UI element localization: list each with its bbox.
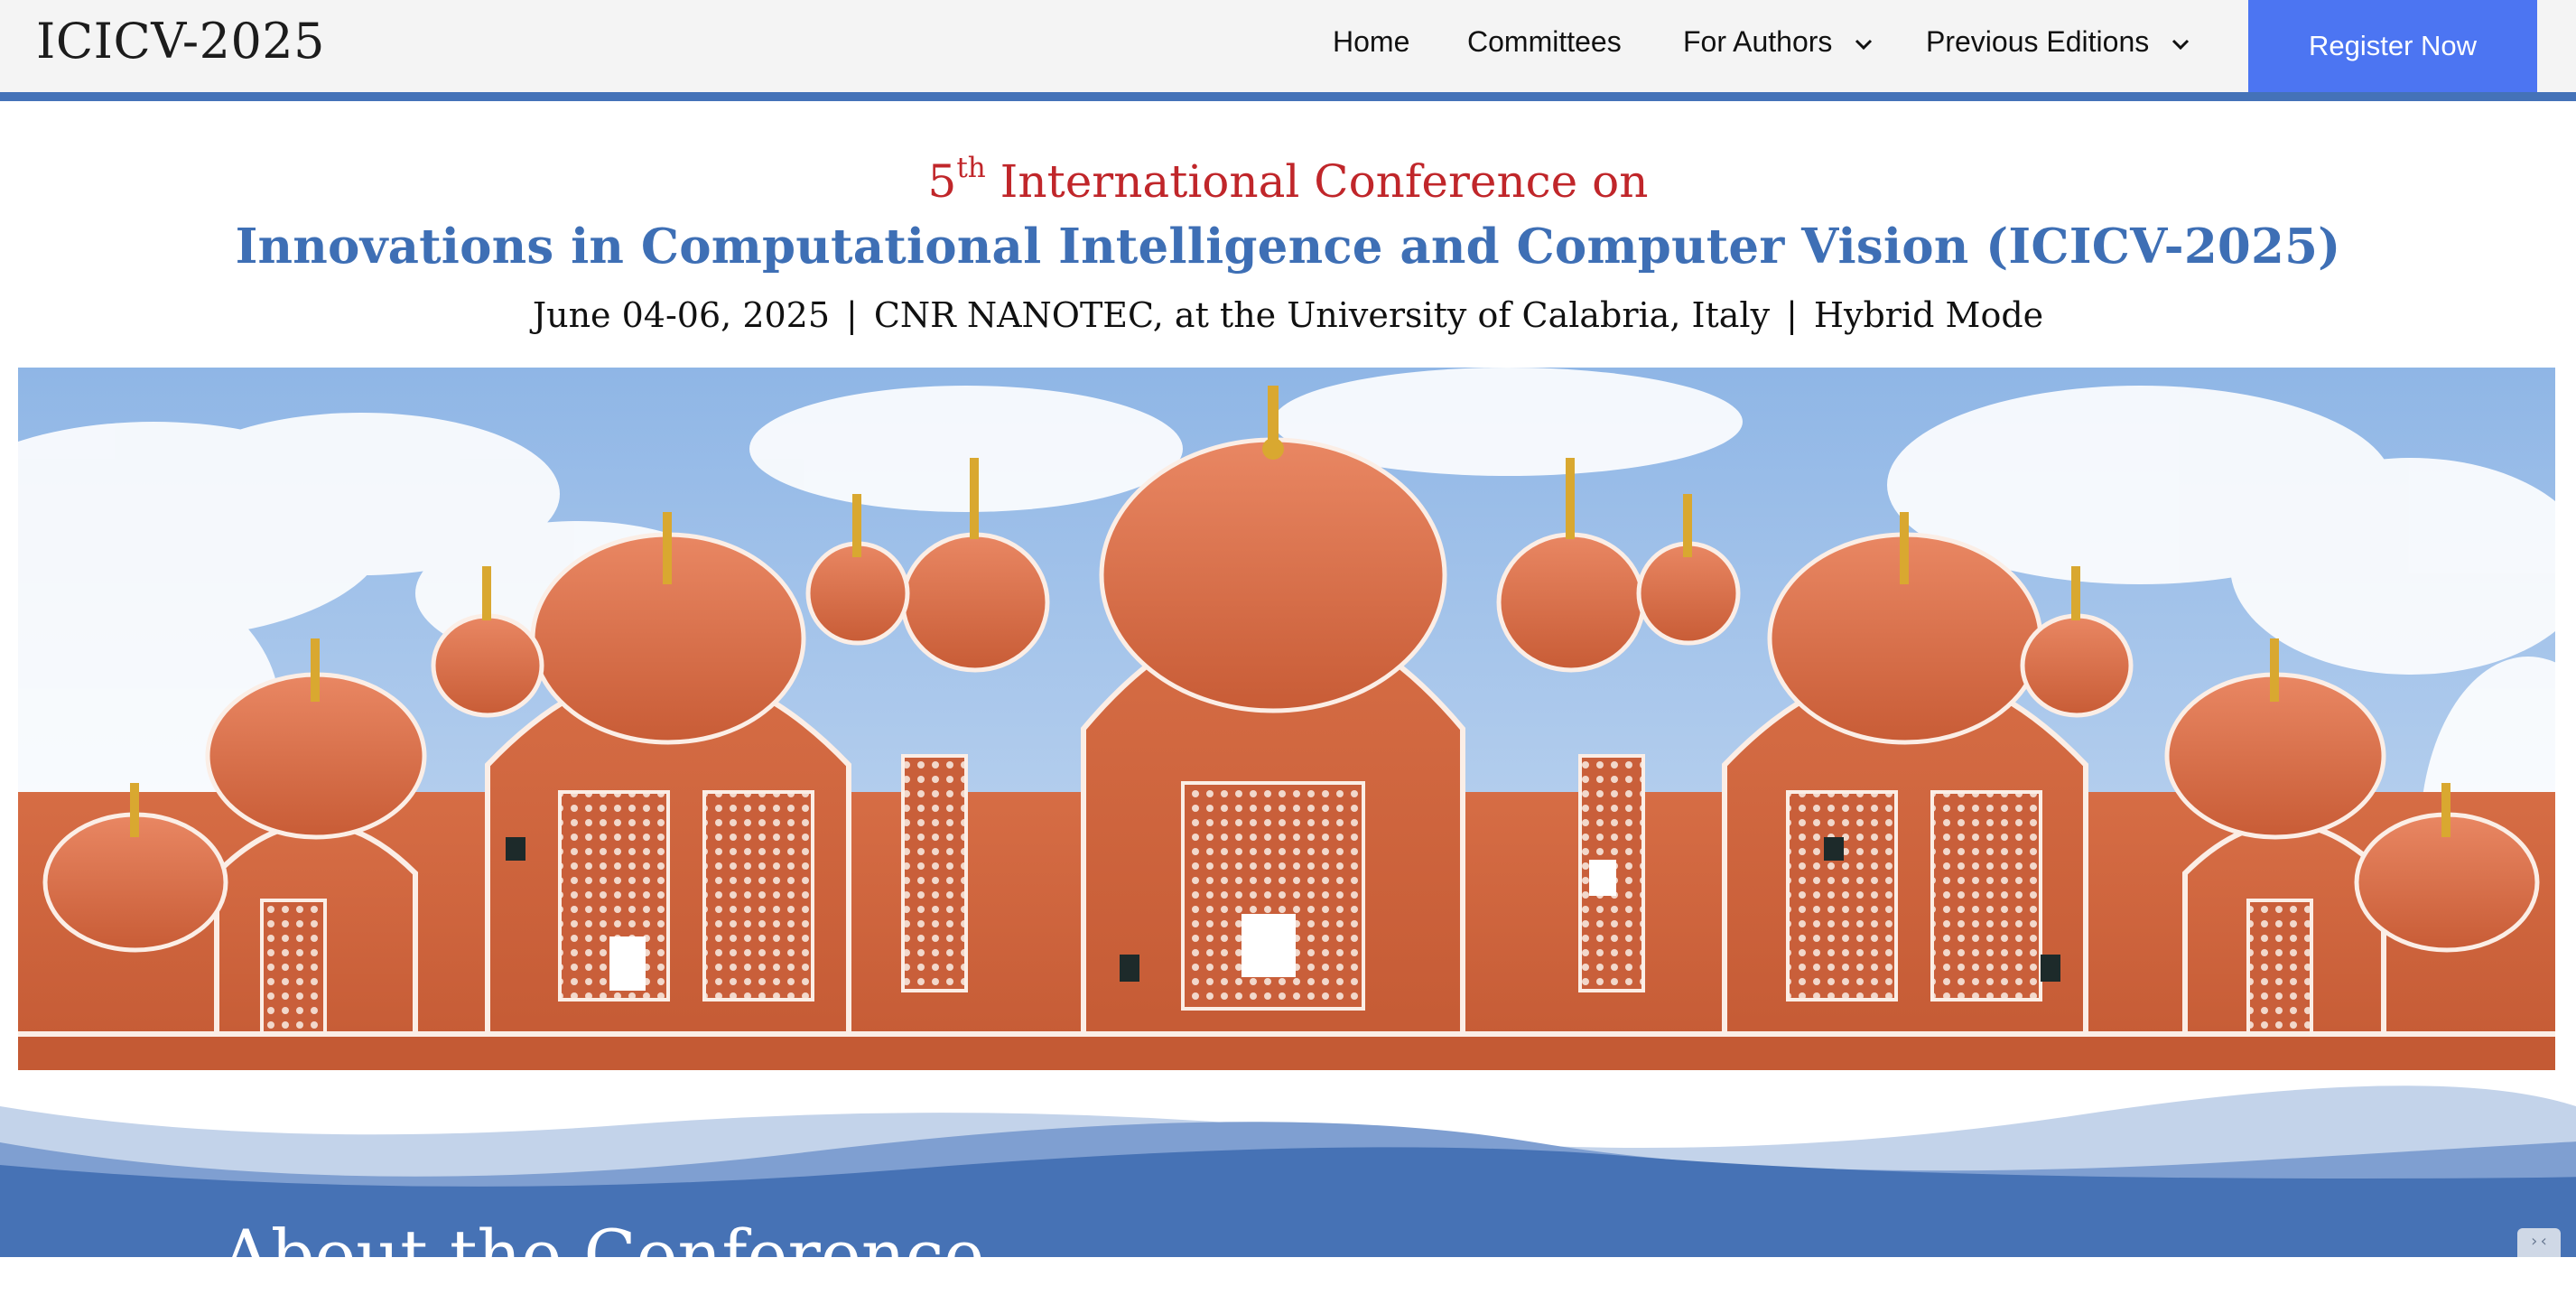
register-now-button[interactable]: Register Now — [2248, 0, 2537, 92]
separator: | — [846, 295, 858, 335]
nav-for-authors[interactable]: For Authors — [1683, 25, 1873, 61]
conference-title: Innovations in Computational Intelligenc… — [235, 219, 2341, 275]
ordinal-number: 5 — [927, 155, 957, 208]
chevron-down-icon — [1855, 24, 1873, 58]
conference-on-text: International Conference on — [985, 155, 1649, 208]
conference-date: June 04-06, 2025 — [532, 295, 831, 335]
nav-committees[interactable]: Committees — [1467, 25, 1622, 59]
nav-home[interactable]: Home — [1333, 25, 1409, 59]
nav-previous-editions-label: Previous Editions — [1926, 25, 2150, 58]
expand-icon[interactable]: ›‹ — [2517, 1228, 2561, 1257]
about-section-title: About the Conference — [221, 1215, 985, 1295]
nav-for-authors-label: For Authors — [1683, 25, 1833, 58]
nav-committees-label: Committees — [1467, 25, 1622, 58]
conference-details: June 04-06, 2025 | CNR NANOTEC, at the Uni… — [0, 295, 2576, 335]
top-navbar: ICICV-2025 Home Committees For Authors P… — [0, 0, 2576, 101]
ordinal-suffix: th — [956, 152, 986, 184]
nav-previous-editions[interactable]: Previous Editions — [1926, 25, 2190, 61]
separator: | — [1786, 295, 1798, 335]
conference-mode: Hybrid Mode — [1813, 295, 2044, 335]
conference-venue: CNR NANOTEC, at the University of Calabr… — [873, 295, 1771, 335]
hero-image-hawa-mahal — [18, 368, 2555, 1070]
nav-home-label: Home — [1333, 25, 1410, 58]
chevron-down-icon — [2171, 24, 2190, 58]
site-brand[interactable]: ICICV-2025 — [36, 13, 325, 70]
conference-ordinal-line: 5th International Conference on — [0, 152, 2576, 208]
